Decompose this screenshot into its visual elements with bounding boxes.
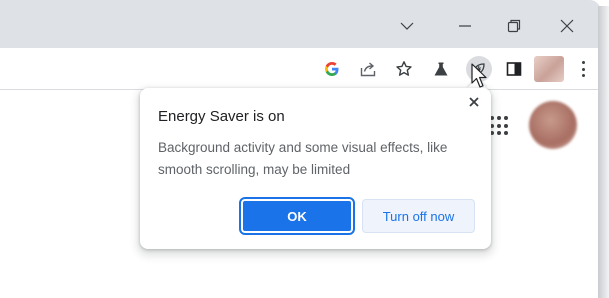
apps-grid-icon[interactable] bbox=[490, 116, 510, 136]
share-icon[interactable] bbox=[356, 57, 380, 81]
tab-search-chevron-icon[interactable] bbox=[392, 12, 422, 40]
restore-icon[interactable] bbox=[499, 12, 529, 40]
browser-window: Energy Saver is on Background activity a… bbox=[0, 0, 609, 298]
mouse-cursor-icon bbox=[471, 63, 487, 88]
ok-button[interactable]: OK bbox=[239, 197, 355, 235]
page-avatar[interactable] bbox=[529, 101, 577, 149]
bookmark-star-icon[interactable] bbox=[392, 57, 416, 81]
popup-title: Energy Saver is on bbox=[158, 108, 285, 125]
profile-avatar[interactable] bbox=[534, 56, 564, 82]
labs-flask-icon[interactable] bbox=[429, 57, 453, 81]
close-icon[interactable] bbox=[552, 12, 582, 40]
window-edge-shadow bbox=[598, 6, 609, 298]
side-panel-icon[interactable] bbox=[502, 57, 526, 81]
menu-dots-icon[interactable] bbox=[578, 57, 588, 81]
turn-off-now-button[interactable]: Turn off now bbox=[362, 199, 475, 233]
popup-close-icon[interactable] bbox=[466, 94, 482, 110]
minimize-icon[interactable] bbox=[450, 12, 480, 40]
google-lens-icon[interactable] bbox=[320, 57, 344, 81]
popup-body-text: Background activity and some visual effe… bbox=[158, 140, 448, 177]
